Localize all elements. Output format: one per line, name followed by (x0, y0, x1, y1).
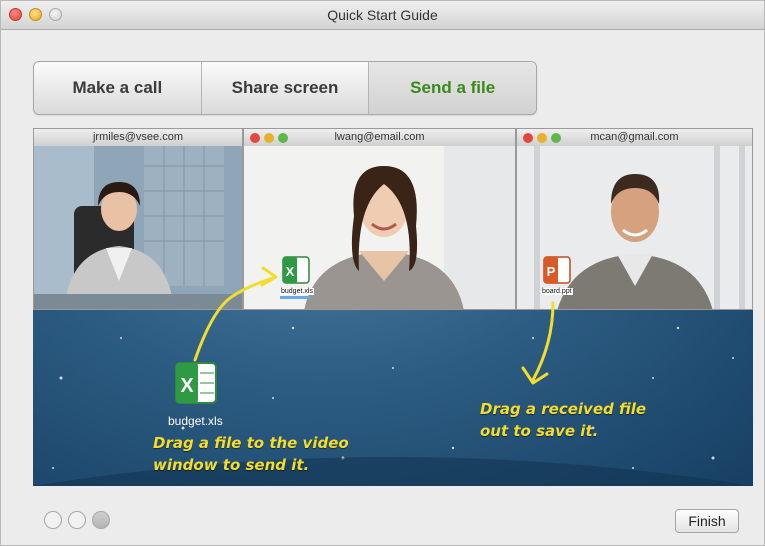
send-caption-line-2: window to send it. (153, 456, 310, 474)
pane-2-zoom-icon[interactable] (278, 133, 288, 143)
send-caption-line-1: Drag a file to the video (153, 434, 349, 452)
pane-3-zoom-icon[interactable] (551, 133, 561, 143)
pane-1-email: jrmiles@vsee.com (92, 131, 183, 143)
send-caption: Drag a file to the video window to send … (153, 432, 349, 476)
tab-make-a-call[interactable]: Make a call (34, 62, 202, 114)
pane-2-email: lwang@email.com (334, 131, 425, 143)
save-caption: Drag a received file out to save it. (480, 398, 646, 442)
quick-start-window: Quick Start Guide Make a call Share scre… (0, 0, 765, 546)
illustration-stage: jrmiles@vsee.com lwang@email.com X budge… (33, 128, 753, 486)
save-caption-line-2: out to save it. (480, 422, 599, 440)
upload-progress-bar (280, 296, 310, 299)
page-dot-2[interactable] (68, 511, 86, 529)
pane-2-close-icon[interactable] (250, 133, 260, 143)
pane-1-titlebar: jrmiles@vsee.com (34, 129, 242, 147)
finish-button[interactable]: Finish (675, 509, 739, 533)
pane-2-minimize-icon[interactable] (264, 133, 274, 143)
svg-text:X: X (181, 375, 195, 397)
svg-text:X: X (286, 264, 295, 279)
pane-3-close-icon[interactable] (523, 133, 533, 143)
pane-1-video (34, 146, 242, 309)
page-dot-3[interactable] (92, 511, 110, 529)
pane-3-email: mcan@gmail.com (590, 131, 679, 143)
tab-send-a-file[interactable]: Send a file (369, 62, 536, 114)
pane-3-titlebar: mcan@gmail.com (517, 129, 752, 147)
excel-file-icon: X (175, 362, 218, 404)
window-title: Quick Start Guide (327, 7, 438, 23)
desktop-file-label: budget.xls (168, 414, 223, 428)
video-pane-2[interactable]: lwang@email.com X budget.xls (243, 128, 516, 310)
video-pane-1[interactable]: jrmiles@vsee.com (33, 128, 243, 310)
pane-3-minimize-icon[interactable] (537, 133, 547, 143)
tab-share-screen[interactable]: Share screen (202, 62, 370, 114)
excel-file-icon: X (282, 256, 310, 284)
page-dot-1[interactable] (44, 511, 62, 529)
desktop-file[interactable]: X budget.xls (168, 360, 223, 428)
powerpoint-file-icon: P (543, 256, 571, 284)
video-pane-3[interactable]: mcan@gmail.com P board.ppt (516, 128, 753, 310)
title-bar: Quick Start Guide (1, 1, 764, 30)
segmented-tabs: Make a call Share screen Send a file (33, 61, 537, 115)
received-file-icon[interactable]: P board.ppt (541, 255, 573, 295)
person-1-image (34, 146, 242, 309)
sent-file-label: budget.xls (280, 288, 314, 295)
sent-file-icon[interactable]: X budget.xls (280, 255, 314, 299)
pane-2-titlebar: lwang@email.com (244, 129, 515, 147)
page-indicator (44, 511, 110, 529)
svg-text:P: P (547, 264, 556, 279)
save-caption-line-1: Drag a received file (480, 400, 647, 418)
received-file-label: board.ppt (541, 288, 573, 295)
